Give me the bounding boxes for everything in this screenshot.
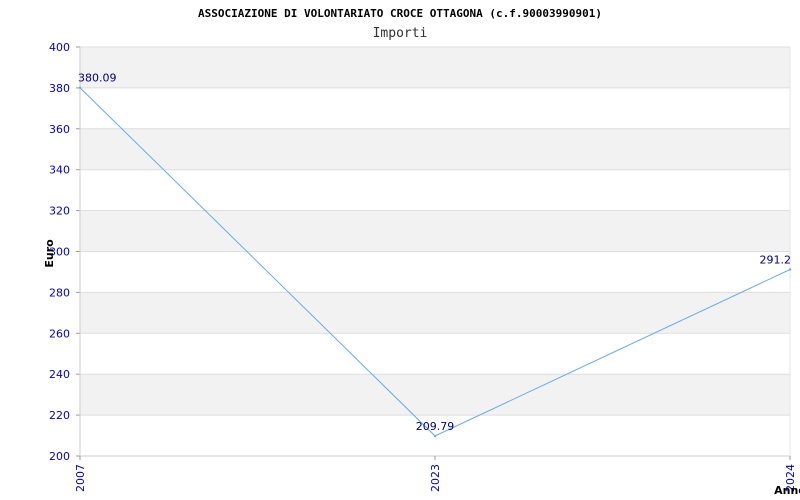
y-tick-label: 260 [49,327,70,340]
band [80,169,790,211]
band [80,87,790,129]
y-tick-label: 280 [49,286,70,299]
data-point [433,434,437,438]
x-tick-labels: 2007 2023 2024 [74,464,797,492]
band [80,292,790,334]
y-tick-label: 240 [49,368,70,381]
x-axis-label: Anno [774,484,800,497]
data-point [78,86,82,89]
y-tick-label: 400 [49,41,70,54]
band [80,251,790,293]
data-point [788,268,792,271]
band [80,210,790,252]
data-label: 209.79 [416,420,455,433]
band [80,128,790,170]
y-tick-label: 380 [49,82,70,95]
chart-title: ASSOCIAZIONE DI VOLONTARIATO CROCE OTTAG… [198,7,602,20]
y-tick-label: 220 [49,409,70,422]
chart-subtitle: Importi [373,26,428,41]
x-tick-label: 2007 [74,464,87,492]
data-label: 380.09 [78,72,117,85]
band [80,47,790,88]
y-tick-label: 360 [49,123,70,136]
band [80,333,790,375]
band [80,374,790,416]
y-tick-label: 200 [49,450,70,463]
y-tick-label: 340 [49,164,70,177]
x-tick-label: 2023 [429,464,442,492]
y-tick-label: 320 [49,205,70,218]
data-label: 291.2 [760,253,792,266]
y-axis-label: Euro [43,239,56,268]
line-chart: ASSOCIAZIONE DI VOLONTARIATO CROCE OTTAG… [43,7,800,497]
